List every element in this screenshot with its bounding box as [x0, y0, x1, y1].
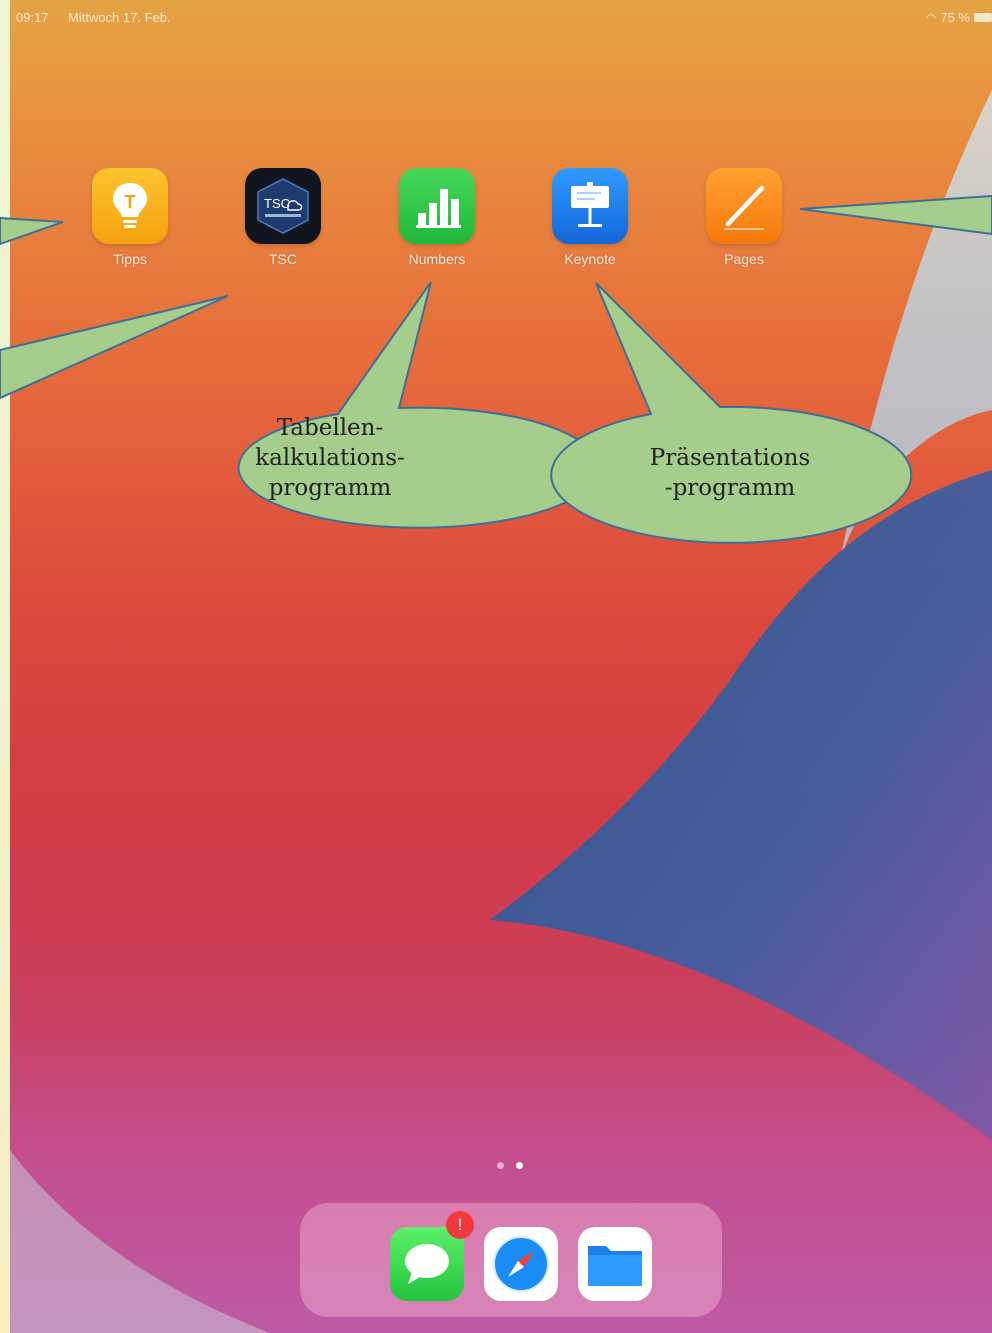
callout-line: -programm [664, 475, 796, 501]
callout-tsc-pointer [0, 295, 229, 400]
callout-tipps-pointer [0, 216, 64, 246]
callout-line: Tabellen- [276, 415, 384, 441]
callout-overlay [0, 194, 992, 544]
callout-line: kalkulations- [255, 445, 405, 471]
callout-numbers-text: Tabellen- kalkulations- programm [180, 413, 480, 503]
callout-keynote-bubble [550, 282, 913, 544]
callout-keynote-text: Präsentations -programm [580, 443, 880, 503]
callout-line: programm [268, 475, 392, 501]
callout-line: Präsentations [649, 445, 811, 471]
callout-pages-pointer [799, 194, 992, 236]
